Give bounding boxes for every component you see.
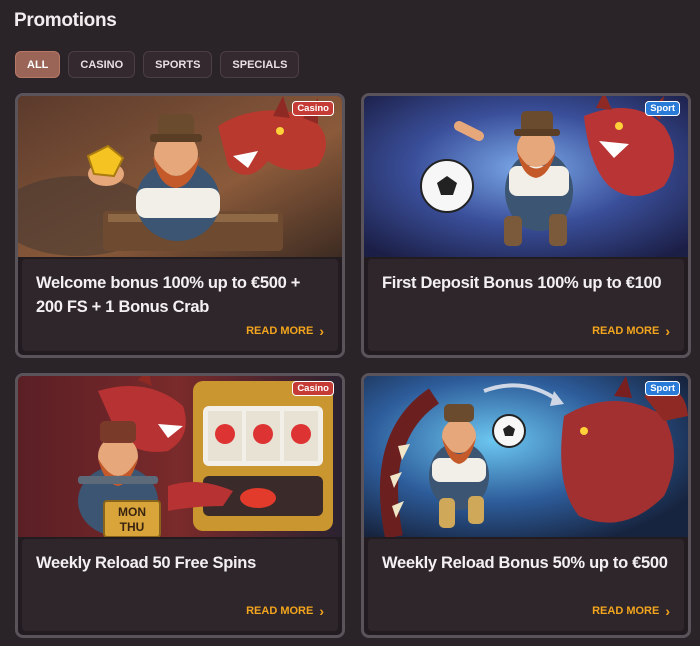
- casino-badge: Casino: [292, 381, 334, 396]
- sport-badge: Sport: [645, 381, 680, 396]
- chevron-right-icon: ›: [319, 602, 324, 619]
- tab-casino[interactable]: CASINO: [68, 51, 136, 78]
- tab-all[interactable]: ALL: [15, 51, 61, 78]
- read-more-link[interactable]: READ MORE ›: [246, 322, 324, 339]
- read-more-label: READ MORE: [246, 325, 314, 337]
- tab-specials[interactable]: SPECIALS: [220, 51, 300, 78]
- promo-title: Welcome bonus 100% up to €500 + 200 FS +…: [36, 274, 301, 316]
- read-more-link[interactable]: READ MORE ›: [246, 602, 324, 619]
- promo-card-weekly-reload-spins[interactable]: MON THU Casino Weekly Reload 50 Free Spi…: [15, 373, 345, 638]
- read-more-label: READ MORE: [592, 325, 660, 337]
- chevron-right-icon: ›: [665, 322, 670, 339]
- casino-badge: Casino: [292, 101, 334, 116]
- slot-sign-text-thu: THU: [120, 520, 145, 534]
- promo-card-body: Weekly Reload 50 Free Spins READ MORE ›: [22, 539, 338, 631]
- promo-card-body: Welcome bonus 100% up to €500 + 200 FS +…: [22, 259, 338, 351]
- sport-badge: Sport: [645, 101, 680, 116]
- promo-card-welcome-bonus[interactable]: Casino Welcome bonus 100% up to €500 + 2…: [15, 93, 345, 358]
- promo-image-dwarf-dragon-football: Sport: [364, 376, 688, 537]
- slot-sign-text-mon: MON: [118, 505, 146, 519]
- read-more-label: READ MORE: [246, 605, 314, 617]
- read-more-label: READ MORE: [592, 605, 660, 617]
- promo-card-first-deposit[interactable]: Sport First Deposit Bonus 100% up to €10…: [361, 93, 691, 358]
- filter-tabs: ALL CASINO SPORTS SPECIALS: [15, 51, 300, 78]
- chevron-right-icon: ›: [319, 322, 324, 339]
- promo-card-body: Weekly Reload Bonus 50% up to €500 READ …: [368, 539, 684, 631]
- promo-title: First Deposit Bonus 100% up to €100: [382, 274, 662, 292]
- promo-image-dwarf-gold: Casino: [18, 96, 342, 257]
- chevron-right-icon: ›: [665, 602, 670, 619]
- promo-card-body: First Deposit Bonus 100% up to €100 READ…: [368, 259, 684, 351]
- promo-card-weekly-reload-bonus[interactable]: Sport Weekly Reload Bonus 50% up to €500…: [361, 373, 691, 638]
- promo-image-dwarf-slot: MON THU Casino: [18, 376, 342, 537]
- promo-image-dwarf-football: Sport: [364, 96, 688, 257]
- read-more-link[interactable]: READ MORE ›: [592, 602, 670, 619]
- read-more-link[interactable]: READ MORE ›: [592, 322, 670, 339]
- page-title: Promotions: [14, 10, 117, 31]
- promo-title: Weekly Reload 50 Free Spins: [36, 554, 256, 572]
- tab-sports[interactable]: SPORTS: [143, 51, 213, 78]
- promo-title: Weekly Reload Bonus 50% up to €500: [382, 554, 668, 572]
